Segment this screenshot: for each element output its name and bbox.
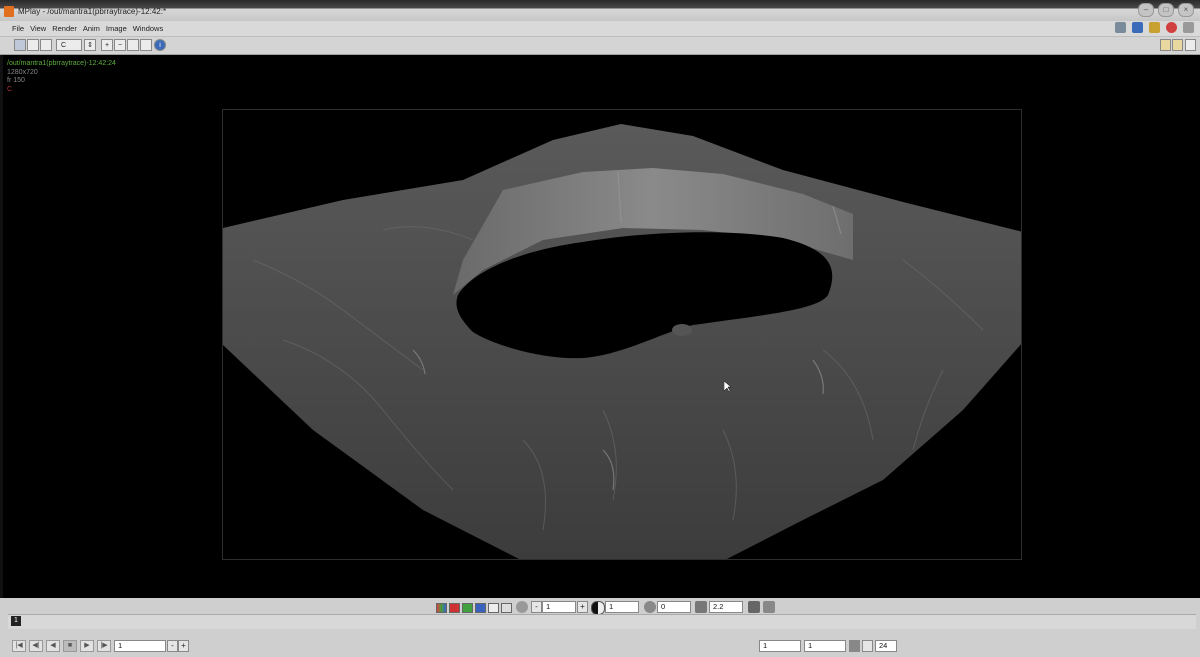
offset-field[interactable]: 0 (657, 601, 691, 613)
menu-image[interactable]: Image (106, 24, 127, 33)
range-end-field[interactable]: 1 (804, 640, 846, 652)
layout-icon[interactable] (40, 39, 52, 51)
mouse-cursor-icon (724, 381, 732, 393)
frame-field[interactable]: 1 (114, 640, 166, 652)
link-icon[interactable] (1115, 22, 1126, 33)
blue-channel-icon[interactable] (475, 603, 486, 613)
close-button[interactable]: × (1178, 3, 1194, 17)
play-forward-icon[interactable]: ▶ (80, 640, 94, 652)
stop-icon[interactable] (1166, 22, 1177, 33)
menu-render[interactable]: Render (52, 24, 77, 33)
split-icon[interactable] (1172, 39, 1183, 51)
loop-icon[interactable] (849, 640, 860, 652)
title-bar: MPlay - /out/mantra1(pbrraytrace)-12:42:… (0, 0, 1200, 21)
play-backward-icon[interactable]: ◀ (46, 640, 60, 652)
image-path: /out/mantra1(pbrraytrace)-12:42:24 (7, 60, 116, 67)
go-to-start-icon[interactable]: |◀ (12, 640, 26, 652)
menu-view[interactable]: View (30, 24, 46, 33)
rock-formation (672, 324, 692, 336)
display-icon[interactable] (1132, 22, 1143, 33)
red-channel-icon[interactable] (449, 603, 460, 613)
panel-icon[interactable] (1160, 39, 1171, 51)
window-controls: – □ × (1138, 3, 1194, 17)
zoom-region-icon[interactable] (127, 39, 139, 51)
offset-icon (644, 601, 656, 613)
menu-file[interactable]: File (12, 24, 24, 33)
image-resolution: 1280x720 (7, 68, 38, 76)
stop-icon[interactable]: ■ (63, 640, 77, 652)
gamma-field[interactable]: 2.2 (709, 601, 743, 613)
frame-number: fr 150 (7, 77, 25, 84)
menu-anim[interactable]: Anim (83, 24, 100, 33)
gamma-icon (591, 601, 605, 615)
menu-windows[interactable]: Windows (133, 24, 163, 33)
fit-icon[interactable] (140, 39, 152, 51)
fps-field[interactable]: 24 (875, 640, 897, 652)
gamma-multiplier-field[interactable]: 1 (605, 601, 639, 613)
fps-icon[interactable] (862, 640, 873, 652)
histogram-icon[interactable] (763, 601, 775, 613)
gamma-curve-icon (695, 601, 707, 613)
exposure-decrease-button[interactable]: - (531, 601, 542, 613)
toolbar: C ⇕ + − i (0, 37, 1200, 55)
zoom-in-icon[interactable]: + (101, 39, 113, 51)
exposure-increase-button[interactable]: + (577, 601, 588, 613)
image-info: /out/mantra1(pbrraytrace)-12:42:24 1280x… (7, 60, 116, 94)
step-forward-icon[interactable]: |▶ (97, 640, 111, 652)
maximize-button[interactable]: □ (1158, 3, 1174, 17)
render-viewport[interactable] (222, 109, 1022, 560)
settings-icon[interactable] (1149, 22, 1160, 33)
exposure-icon (516, 601, 528, 613)
frame-decrease-button[interactable]: - (167, 640, 178, 652)
menu-bar: File View Render Anim Image Windows (0, 21, 1200, 37)
lut-icon[interactable] (748, 601, 760, 613)
exposure-field[interactable]: 1 (542, 601, 576, 613)
green-channel-icon[interactable] (462, 603, 473, 613)
rgb-channel-icon[interactable] (436, 603, 447, 613)
channel-select[interactable]: C (56, 39, 82, 51)
step-back-icon[interactable]: ◀| (29, 640, 43, 652)
alpha-channel-icon[interactable] (488, 603, 499, 613)
add-pane-icon[interactable] (1185, 39, 1196, 51)
frame-increase-button[interactable]: + (178, 640, 189, 652)
gear-icon[interactable] (1183, 22, 1194, 33)
compare-tool-icon[interactable] (27, 39, 39, 51)
range-start-field[interactable]: 1 (759, 640, 801, 652)
zoom-out-icon[interactable]: − (114, 39, 126, 51)
left-edge (0, 55, 3, 615)
app-icon (4, 6, 14, 17)
minimize-button[interactable]: – (1138, 3, 1154, 17)
current-frame-marker[interactable]: 1 (11, 616, 21, 626)
terrain-render-image (223, 124, 1021, 559)
window-title: MPlay - /out/mantra1(pbrraytrace)-12:42:… (18, 7, 167, 16)
channel-label: C (7, 85, 13, 93)
timeline-bar[interactable] (8, 614, 1196, 629)
luminance-icon[interactable] (501, 603, 512, 613)
select-tool-icon[interactable] (14, 39, 26, 51)
channel-arrow-icon[interactable]: ⇕ (84, 39, 96, 51)
info-icon[interactable]: i (154, 39, 166, 51)
